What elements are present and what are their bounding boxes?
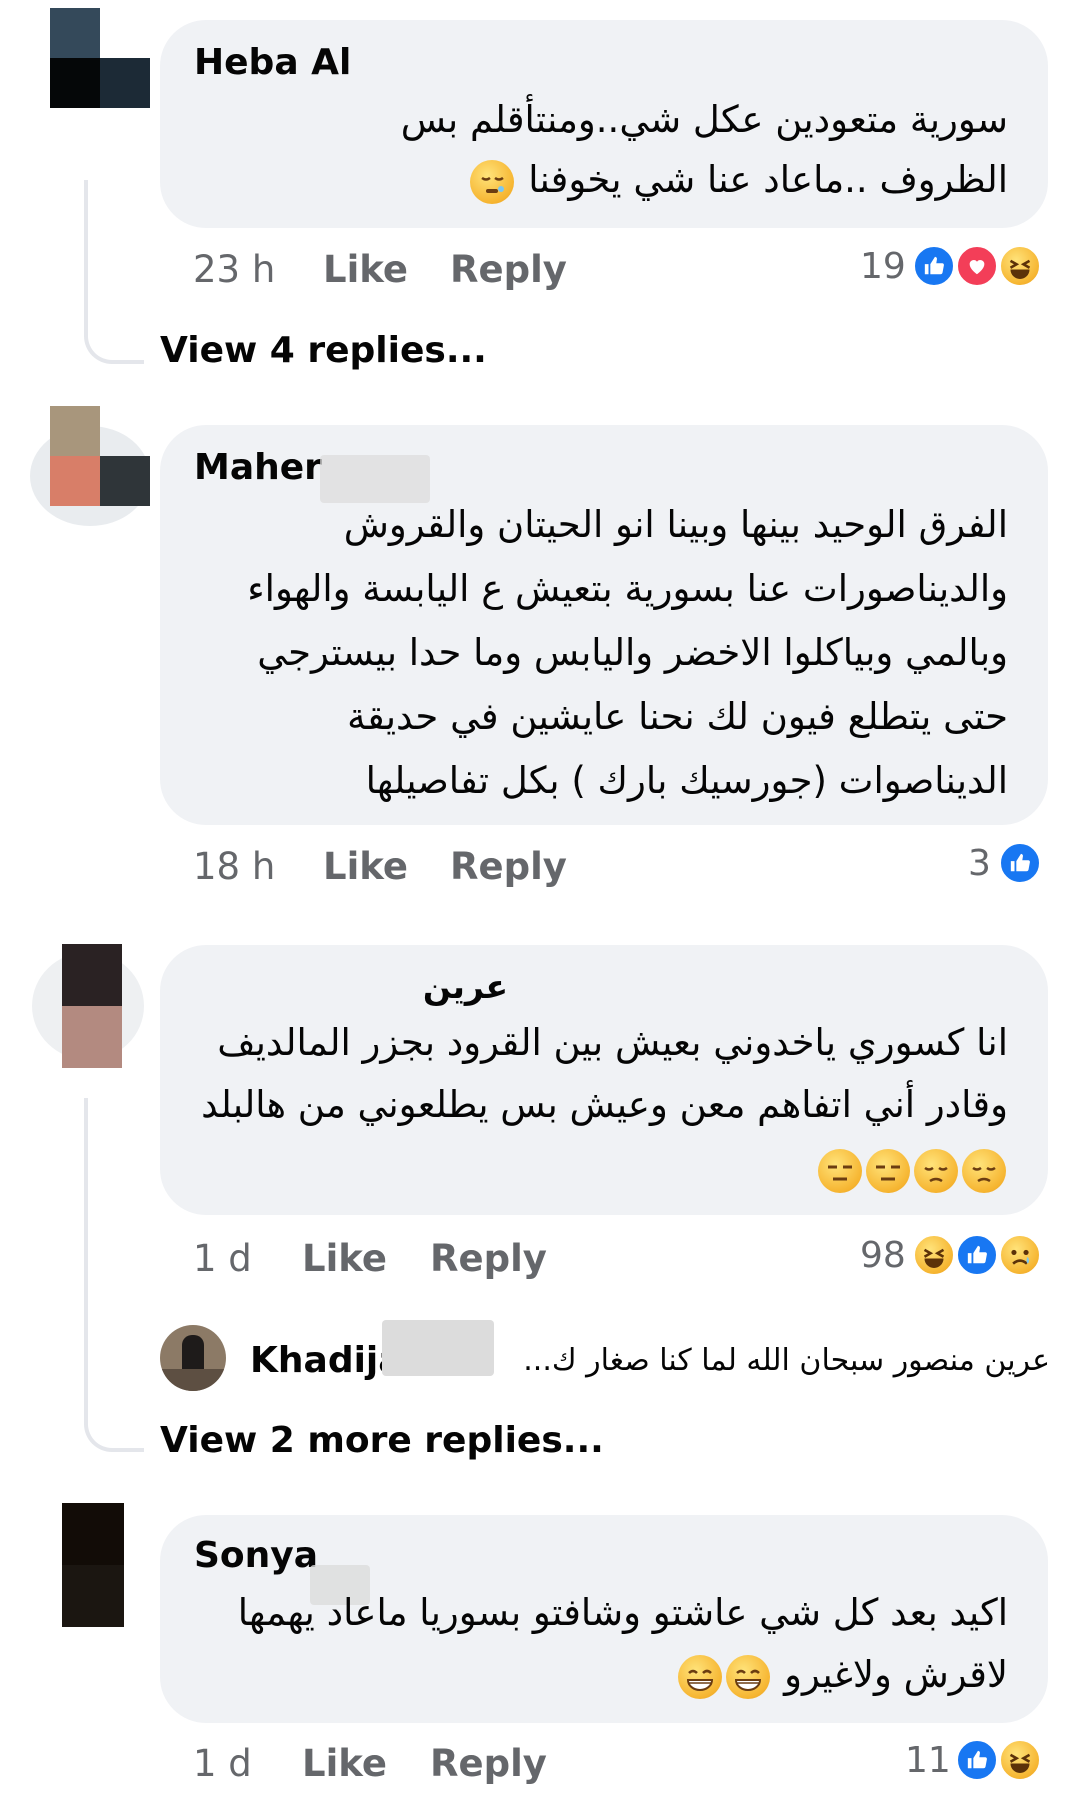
view-replies-link[interactable]: View 4 replies...	[160, 330, 487, 371]
like-button[interactable]: Like	[323, 845, 408, 888]
view-more-replies-link[interactable]: View 2 more replies...	[160, 1420, 604, 1461]
haha-icon[interactable]	[912, 1233, 956, 1277]
comment-text-line: لاقرش ولاغيرو	[676, 1653, 1008, 1699]
comment-text-line: والديناصورات عنا بسورية بتعيش ع اليابسة …	[247, 567, 1008, 610]
avatar[interactable]	[50, 8, 150, 108]
haha-icon[interactable]	[998, 244, 1042, 288]
expressionless-face-icon	[818, 1148, 862, 1193]
comment-author[interactable]: Maher	[194, 447, 322, 488]
pensive-face-icon	[962, 1148, 1006, 1193]
sad-icon[interactable]	[998, 1233, 1042, 1277]
comment-time[interactable]: 23 h	[193, 248, 275, 291]
thread-line	[84, 1098, 144, 1452]
reply-button[interactable]: Reply	[430, 1742, 547, 1785]
reaction-count[interactable]: 3	[968, 843, 991, 884]
comment-text-line: انا كسوري ياخدوني بعيش بين القرود بجزر ا…	[217, 1021, 1008, 1064]
comment-time[interactable]: 18 h	[193, 845, 275, 888]
like-button[interactable]: Like	[323, 248, 408, 291]
like-icon[interactable]	[955, 1738, 999, 1782]
like-icon[interactable]	[955, 1233, 999, 1277]
comment-time[interactable]: 1 d	[193, 1237, 252, 1280]
avatar[interactable]	[32, 944, 144, 1068]
comment-text-line-text: لاقرش ولاغيرو	[784, 1653, 1008, 1696]
expressionless-face-icon	[866, 1148, 910, 1193]
comment-text-line: وقادر أني اتفاهم معن وعيش بس يطلعوني من …	[201, 1083, 1008, 1126]
like-icon[interactable]	[998, 841, 1042, 885]
comment-text-line: سورية متعودين عكل شي..ومنتأقلم بس	[400, 98, 1008, 141]
pensive-face-icon	[914, 1148, 958, 1193]
comment-bubble: Heba Al سورية متعودين عكل شي..ومنتأقلم ب…	[160, 20, 1048, 228]
comment-author[interactable]: Heba Al	[194, 42, 351, 83]
redacted-name	[382, 1320, 494, 1376]
comment-author[interactable]: عرين	[423, 967, 508, 1006]
avatar[interactable]	[62, 1503, 124, 1627]
love-icon[interactable]	[955, 244, 999, 288]
thread-line	[84, 180, 144, 364]
comment-text-line: اكيد بعد كل شي عاشتو وشافتو بسوريا ماعاد…	[237, 1591, 1008, 1634]
comment-author[interactable]: Sonya	[194, 1535, 318, 1576]
comment-time[interactable]: 1 d	[193, 1742, 252, 1785]
sleepy-face-icon	[470, 159, 515, 204]
reaction-count[interactable]: 19	[860, 246, 906, 287]
grinning-face-icon	[726, 1654, 771, 1699]
like-button[interactable]: Like	[302, 1237, 387, 1280]
comment-bubble: Sonya اكيد بعد كل شي عاشتو وشافتو بسوريا…	[160, 1515, 1048, 1723]
reply-text: عرين منصور سبحان الله لما كنا صغار ك...	[523, 1343, 1050, 1378]
redacted-name	[320, 455, 430, 503]
reply-button[interactable]: Reply	[430, 1237, 547, 1280]
comment-bubble: عرين انا كسوري ياخدوني بعيش بين القرود ب…	[160, 945, 1048, 1215]
comment-text-line: الديناصوات (جورسيك بارك ) بكل تفاصيلها	[365, 759, 1008, 802]
reaction-count[interactable]: 98	[860, 1235, 906, 1276]
reply-avatar[interactable]	[160, 1325, 226, 1391]
comment-text-line: حتى يتطلع فيون لك نحنا عايشين في حديقة	[347, 695, 1008, 738]
grinning-face-icon	[678, 1654, 723, 1699]
avatar[interactable]	[30, 406, 150, 546]
reply-button[interactable]: Reply	[450, 248, 567, 291]
comment-text-line: وبالمي وبياكلوا الاخضر واليابس وما حدا ب…	[257, 631, 1008, 674]
comment-emoji-row	[816, 1147, 1008, 1193]
reply-author[interactable]: Khadija	[250, 1340, 403, 1381]
like-button[interactable]: Like	[302, 1742, 387, 1785]
comment-text-line: الفرق الوحيد بينها وبينا انو الحيتان وال…	[343, 503, 1008, 546]
like-icon[interactable]	[912, 244, 956, 288]
comment-bubble: Maher الفرق الوحيد بينها وبينا انو الحيت…	[160, 425, 1048, 825]
comment-text-line: الظروف ..ماعاد عنا شي يخوفنا	[468, 158, 1008, 204]
reply-button[interactable]: Reply	[450, 845, 567, 888]
comment-text-line-text: الظروف ..ماعاد عنا شي يخوفنا	[528, 158, 1008, 201]
haha-icon[interactable]	[998, 1738, 1042, 1782]
reaction-count[interactable]: 11	[905, 1740, 951, 1781]
